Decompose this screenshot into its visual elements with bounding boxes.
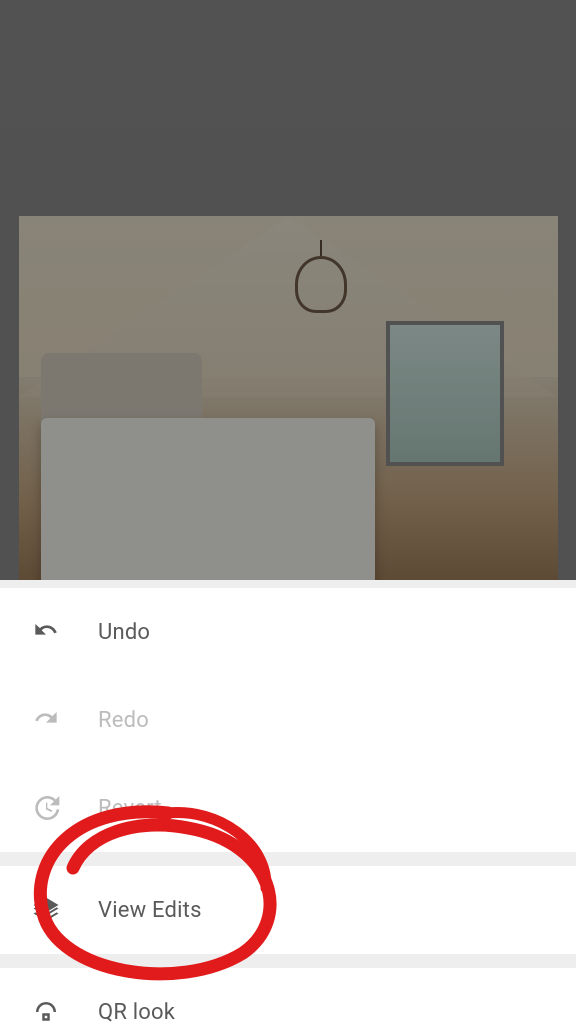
redo-icon — [28, 702, 64, 738]
view-edits-row[interactable]: View Edits — [0, 866, 576, 954]
edits-panel: View Edits — [0, 866, 576, 954]
app-stage: Undo Redo Revert View Edits — [0, 0, 576, 1024]
qr-look-row[interactable]: QR look — [0, 968, 576, 1024]
qr-look-icon — [28, 994, 64, 1024]
undo-icon — [28, 614, 64, 650]
undo-row[interactable]: Undo — [0, 588, 576, 676]
qr-look-label: QR look — [98, 1000, 175, 1024]
redo-label: Redo — [98, 708, 149, 733]
undo-label: Undo — [98, 620, 150, 645]
view-edits-label: View Edits — [98, 898, 202, 923]
revert-label: Revert — [98, 796, 162, 821]
actions-bottom-sheet: Undo Redo Revert View Edits — [0, 580, 576, 1024]
revert-row[interactable]: Revert — [0, 764, 576, 852]
redo-row[interactable]: Redo — [0, 676, 576, 764]
history-icon — [28, 790, 64, 826]
qr-panel: QR look — [0, 968, 576, 1024]
layers-icon — [28, 892, 64, 928]
history-panel: Undo Redo Revert — [0, 588, 576, 852]
